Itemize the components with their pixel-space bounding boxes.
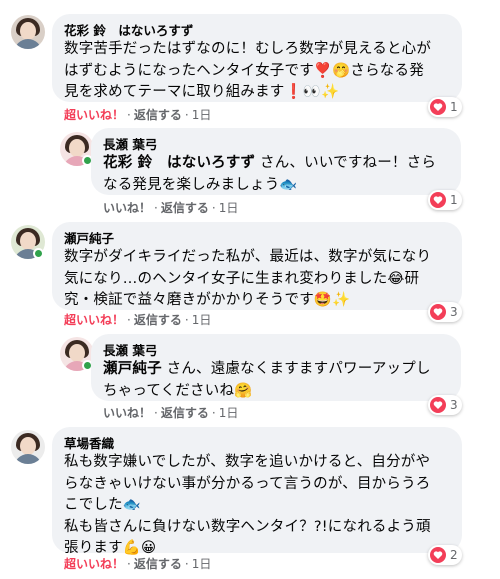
timestamp[interactable]: 1日 (192, 108, 212, 122)
heart-icon (430, 547, 446, 563)
reply-button[interactable]: 返信する (161, 201, 209, 215)
reply-button[interactable]: 返信する (134, 557, 182, 571)
reaction-count: 1 (450, 100, 458, 114)
timestamp[interactable]: 1日 (219, 201, 239, 215)
reaction-summary[interactable]: 1 (428, 190, 462, 210)
heart-icon (430, 99, 446, 115)
avatar[interactable] (11, 430, 45, 464)
like-button[interactable]: 超いいね！ (64, 108, 124, 122)
reaction-summary[interactable]: 2 (428, 545, 462, 565)
comment-text: 数字がダイキライだった私が、最近は、数字が気になり 気になり…のヘンタイ女子に生… (64, 249, 432, 308)
comment-actions: いいね！ · 返信する · 1日 (103, 201, 239, 215)
comment-actions: 超いいね！ · 返信する · 1日 (64, 557, 212, 571)
comment-author[interactable]: 草場香織 (64, 435, 450, 452)
mention-link[interactable]: 花彩 鈴 はないろすず (103, 155, 255, 171)
reaction-count: 1 (450, 193, 458, 207)
comment-text: 数字苦手だったはずなのに！むしろ数字が見えると心が はずむようになったヘンタイ女… (64, 41, 432, 100)
heart-icon (430, 192, 446, 208)
comment-author[interactable]: 長瀬 葉弓 (103, 342, 449, 359)
comment-author[interactable]: 長瀬 葉弓 (103, 136, 449, 153)
online-status-indicator (33, 248, 44, 259)
reaction-count: 2 (450, 548, 458, 562)
comment-bubble: 長瀬 葉弓 瀬戸純子 さん、遠慮なくますますパワーアップし ちゃってくださいね🤗 (91, 334, 461, 401)
comment-text: 私も数字嫌いでしたが、数字を追いかけると、自分がや らなきゃいけない事が分かるっ… (64, 454, 431, 556)
reply-button[interactable]: 返信する (134, 108, 182, 122)
reaction-summary[interactable]: 3 (428, 395, 462, 415)
comment-text: 花彩 鈴 はないろすず さん、いいですねー！さら なる発見を楽しみましょう🐟 (103, 155, 437, 193)
comment-actions: 超いいね！ · 返信する · 1日 (64, 313, 212, 327)
mention-link[interactable]: 瀬戸純子 (103, 361, 162, 377)
reaction-summary[interactable]: 1 (428, 97, 462, 117)
like-button[interactable]: 超いいね！ (64, 313, 124, 327)
reaction-count: 3 (450, 398, 458, 412)
reply-button[interactable]: 返信する (134, 313, 182, 327)
comment-bubble: 長瀬 葉弓 花彩 鈴 はないろすず さん、いいですねー！さら なる発見を楽しみま… (91, 128, 461, 195)
reply-button[interactable]: 返信する (161, 406, 209, 420)
comment-bubble: 瀬戸純子 数字がダイキライだった私が、最近は、数字が気になり 気になり…のヘンタ… (52, 222, 462, 310)
comment-actions: いいね！ · 返信する · 1日 (103, 406, 239, 420)
timestamp[interactable]: 1日 (219, 406, 239, 420)
heart-icon (430, 397, 446, 413)
like-button[interactable]: 超いいね！ (64, 557, 124, 571)
like-button[interactable]: いいね！ (103, 201, 151, 215)
comment-text: 瀬戸純子 さん、遠慮なくますますパワーアップし ちゃってくださいね🤗 (103, 361, 431, 399)
reaction-count: 3 (450, 305, 458, 319)
timestamp[interactable]: 1日 (192, 557, 212, 571)
avatar[interactable] (11, 15, 45, 49)
comment-bubble: 花彩 鈴 はないろすず 数字苦手だったはずなのに！むしろ数字が見えると心が はず… (52, 14, 462, 102)
comment-actions: 超いいね！ · 返信する · 1日 (64, 108, 212, 122)
reaction-summary[interactable]: 3 (428, 302, 462, 322)
comment-bubble: 草場香織 私も数字嫌いでしたが、数字を追いかけると、自分がや らなきゃいけない事… (52, 427, 462, 556)
comment-author[interactable]: 花彩 鈴 はないろすず (64, 22, 450, 39)
comment-author[interactable]: 瀬戸純子 (64, 230, 450, 247)
heart-icon (430, 304, 446, 320)
timestamp[interactable]: 1日 (192, 313, 212, 327)
like-button[interactable]: いいね！ (103, 406, 151, 420)
